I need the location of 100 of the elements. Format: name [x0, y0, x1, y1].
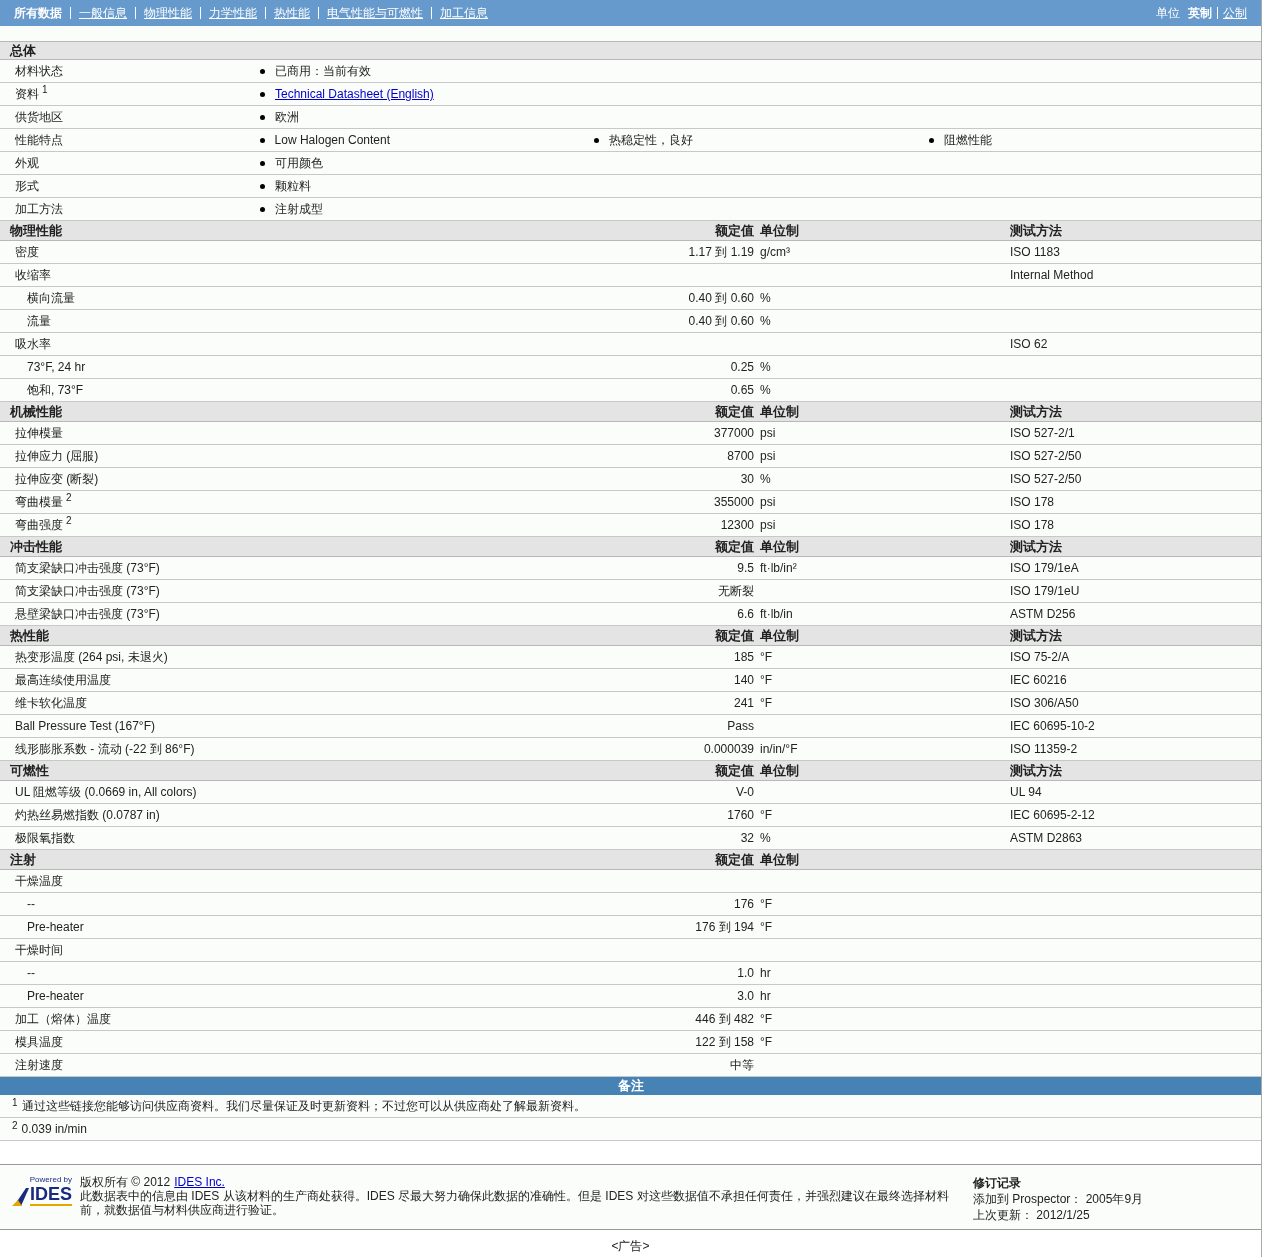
property-value: 欧洲 [275, 109, 299, 126]
property-value: 446 到 482 [695, 1012, 754, 1026]
property-name: 加工方法 [15, 202, 63, 216]
property-name: 材料状态 [15, 64, 63, 78]
note-text: 0.039 in/min [21, 1121, 87, 1138]
unit: g/cm³ [760, 245, 790, 259]
bullet-icon [260, 160, 265, 166]
column-header: 测试方法 [1010, 762, 1062, 780]
company-link[interactable]: IDES Inc. [174, 1175, 225, 1189]
unit: psi [760, 426, 776, 440]
test-method: ISO 179/1eA [1010, 561, 1079, 575]
note-text: 通过这些链接您能够访问供应商资料。我们尽量保证及时更新资料；不过您可以从供应商处了解最新资料。 [21, 1098, 586, 1115]
property-name: 线形膨胀系数 - 流动 (-22 到 86°F) [15, 742, 195, 756]
property-value: 1.0 [737, 966, 754, 980]
column-header: 额定值 [715, 538, 755, 556]
test-method: IEC 60216 [1010, 673, 1067, 687]
unit: °F [760, 1035, 773, 1049]
test-method: Internal Method [1010, 268, 1094, 282]
footnote-mark: 1 [12, 1098, 18, 1108]
property-name: UL 阻燃等级 (0.0669 in, All colors) [15, 785, 197, 799]
property-value: 3.0 [737, 989, 754, 1003]
nav-tab[interactable]: 加工信息 [440, 4, 488, 22]
property-value: V-0 [736, 785, 754, 799]
property-value: 355000 [713, 495, 754, 509]
unit: °F [760, 808, 773, 822]
property-name: 收缩率 [15, 268, 51, 282]
column-header: 单位制 [760, 627, 799, 645]
nav-tab[interactable]: 物理性能 [144, 4, 192, 22]
nav-tab[interactable]: 力学性能 [209, 4, 257, 22]
unit: % [760, 383, 771, 397]
column-header: 单位制 [760, 403, 799, 421]
test-method: UL 94 [1010, 785, 1042, 799]
unit: % [760, 291, 771, 305]
datasheet-link[interactable]: Technical Datasheet (English) [275, 85, 434, 103]
property-value: 8700 [727, 449, 754, 463]
property-name: 供货地区 [15, 110, 63, 124]
column-header: 单位制 [760, 538, 799, 556]
property-value: 185 [733, 650, 754, 664]
bullet-icon [260, 68, 265, 74]
section-title: 物理性能 [9, 222, 62, 240]
column-header: 额定值 [715, 762, 755, 780]
copyright-text: 版权所有 © 2012 [80, 1175, 171, 1189]
unit: % [760, 314, 771, 328]
property-name: -- [27, 897, 35, 911]
property-name: 性能特点 [15, 133, 63, 147]
property-value: 6.6 [737, 607, 754, 621]
unit: °F [760, 650, 773, 664]
property-name: Ball Pressure Test (167°F) [15, 719, 155, 733]
logo-text: IDES [30, 1184, 72, 1206]
property-value: 377000 [713, 426, 754, 440]
property-name: 吸水率 [15, 337, 51, 351]
column-header: 单位制 [760, 851, 799, 869]
property-value: 0.40 到 0.60 [688, 314, 754, 328]
property-name: 形式 [15, 179, 39, 193]
property-name: 弯曲模量 [15, 495, 63, 509]
unit: psi [760, 518, 776, 532]
nav-tab[interactable]: 热性能 [274, 4, 310, 22]
nav-tab[interactable]: 电气性能与可燃性 [327, 4, 423, 22]
units-label: 单位 [1156, 5, 1180, 22]
property-value: 0.65 [730, 383, 754, 397]
property-value: 12300 [720, 518, 754, 532]
section-title: 冲击性能 [9, 538, 62, 556]
property-name: Pre-heater [27, 920, 84, 934]
property-value: 中等 [730, 1058, 754, 1072]
logo-tagline: Powered by [29, 1175, 72, 1184]
property-name: 弯曲强度 [15, 518, 63, 532]
property-name: 极限氧指数 [15, 831, 75, 845]
property-name: 密度 [15, 245, 39, 259]
property-value: 1.17 到 1.19 [688, 245, 754, 259]
section-header: 总体 [0, 42, 1261, 60]
nav-tab[interactable]: 一般信息 [79, 4, 127, 22]
section-title: 可燃性 [9, 762, 49, 780]
bullet-icon [260, 206, 265, 212]
property-name: 拉伸模量 [15, 426, 63, 440]
bullet-icon [594, 137, 600, 143]
section-title: 机械性能 [8, 403, 62, 421]
property-name: 注射速度 [15, 1058, 63, 1072]
nav-tab[interactable]: 所有数据 [14, 4, 62, 22]
property-value: Pass [727, 719, 754, 733]
unit: % [760, 360, 771, 374]
test-method: IEC 60695-10-2 [1010, 719, 1095, 733]
unit: psi [760, 495, 776, 509]
property-value: 热稳定性，良好 [609, 132, 694, 149]
column-header: 测试方法 [1010, 627, 1062, 645]
property-value: 122 到 158 [695, 1035, 754, 1049]
test-method: ISO 178 [1010, 495, 1055, 509]
property-name: 灼热丝易燃指数 (0.0787 in) [15, 808, 160, 822]
test-method: ISO 179/1eU [1010, 584, 1080, 598]
property-name: 饱和, 73°F [27, 383, 84, 397]
property-value: 颗粒料 [275, 178, 311, 195]
disclaimer-text: 此数据表中的信息由 IDES 从该材料的生产商处获得。IDES 尽最大努力确保此数据的准确性。但是 IDES 对这些数据值不承担任何责任，并强烈建议在最终选择材料前，就数据值与材料供应商进行验证。 [80, 1189, 950, 1217]
unit-option[interactable]: 公制 [1223, 4, 1247, 22]
property-value: 0.25 [730, 360, 754, 374]
revision-title: 修订记录 [973, 1175, 1022, 1191]
property-name: 拉伸应力 (屈服) [15, 449, 99, 463]
unit-option[interactable]: 英制 [1188, 4, 1212, 22]
property-name: -- [27, 966, 35, 980]
test-method: IEC 60695-2-12 [1010, 808, 1095, 822]
bullet-icon [260, 91, 265, 97]
footnote-mark: 2 [66, 492, 72, 503]
